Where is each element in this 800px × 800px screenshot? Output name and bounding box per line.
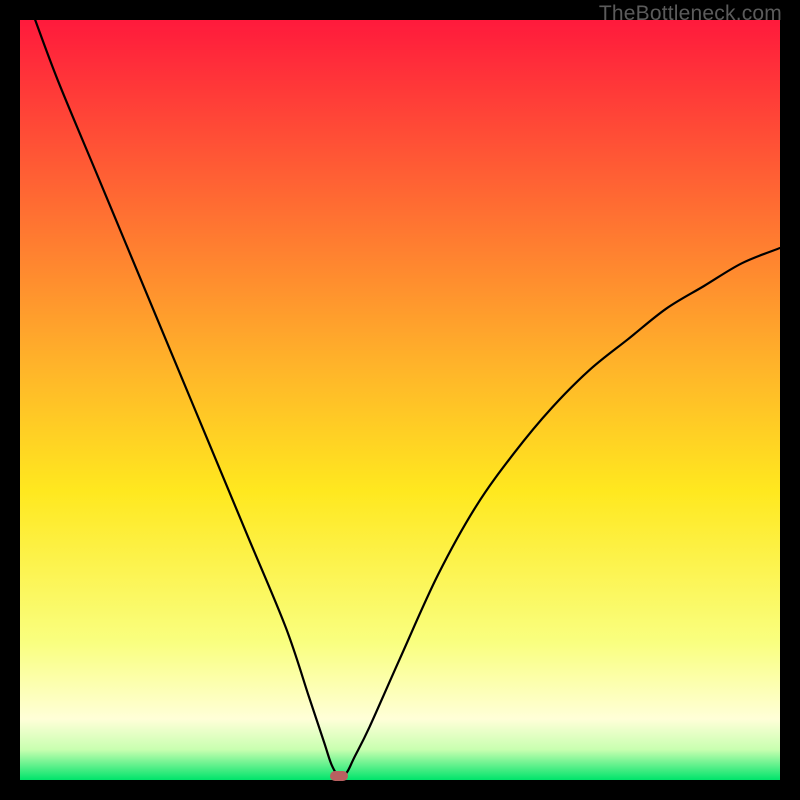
chart-frame	[20, 20, 780, 780]
bottleneck-curve	[20, 20, 780, 780]
minimum-marker	[330, 771, 348, 781]
